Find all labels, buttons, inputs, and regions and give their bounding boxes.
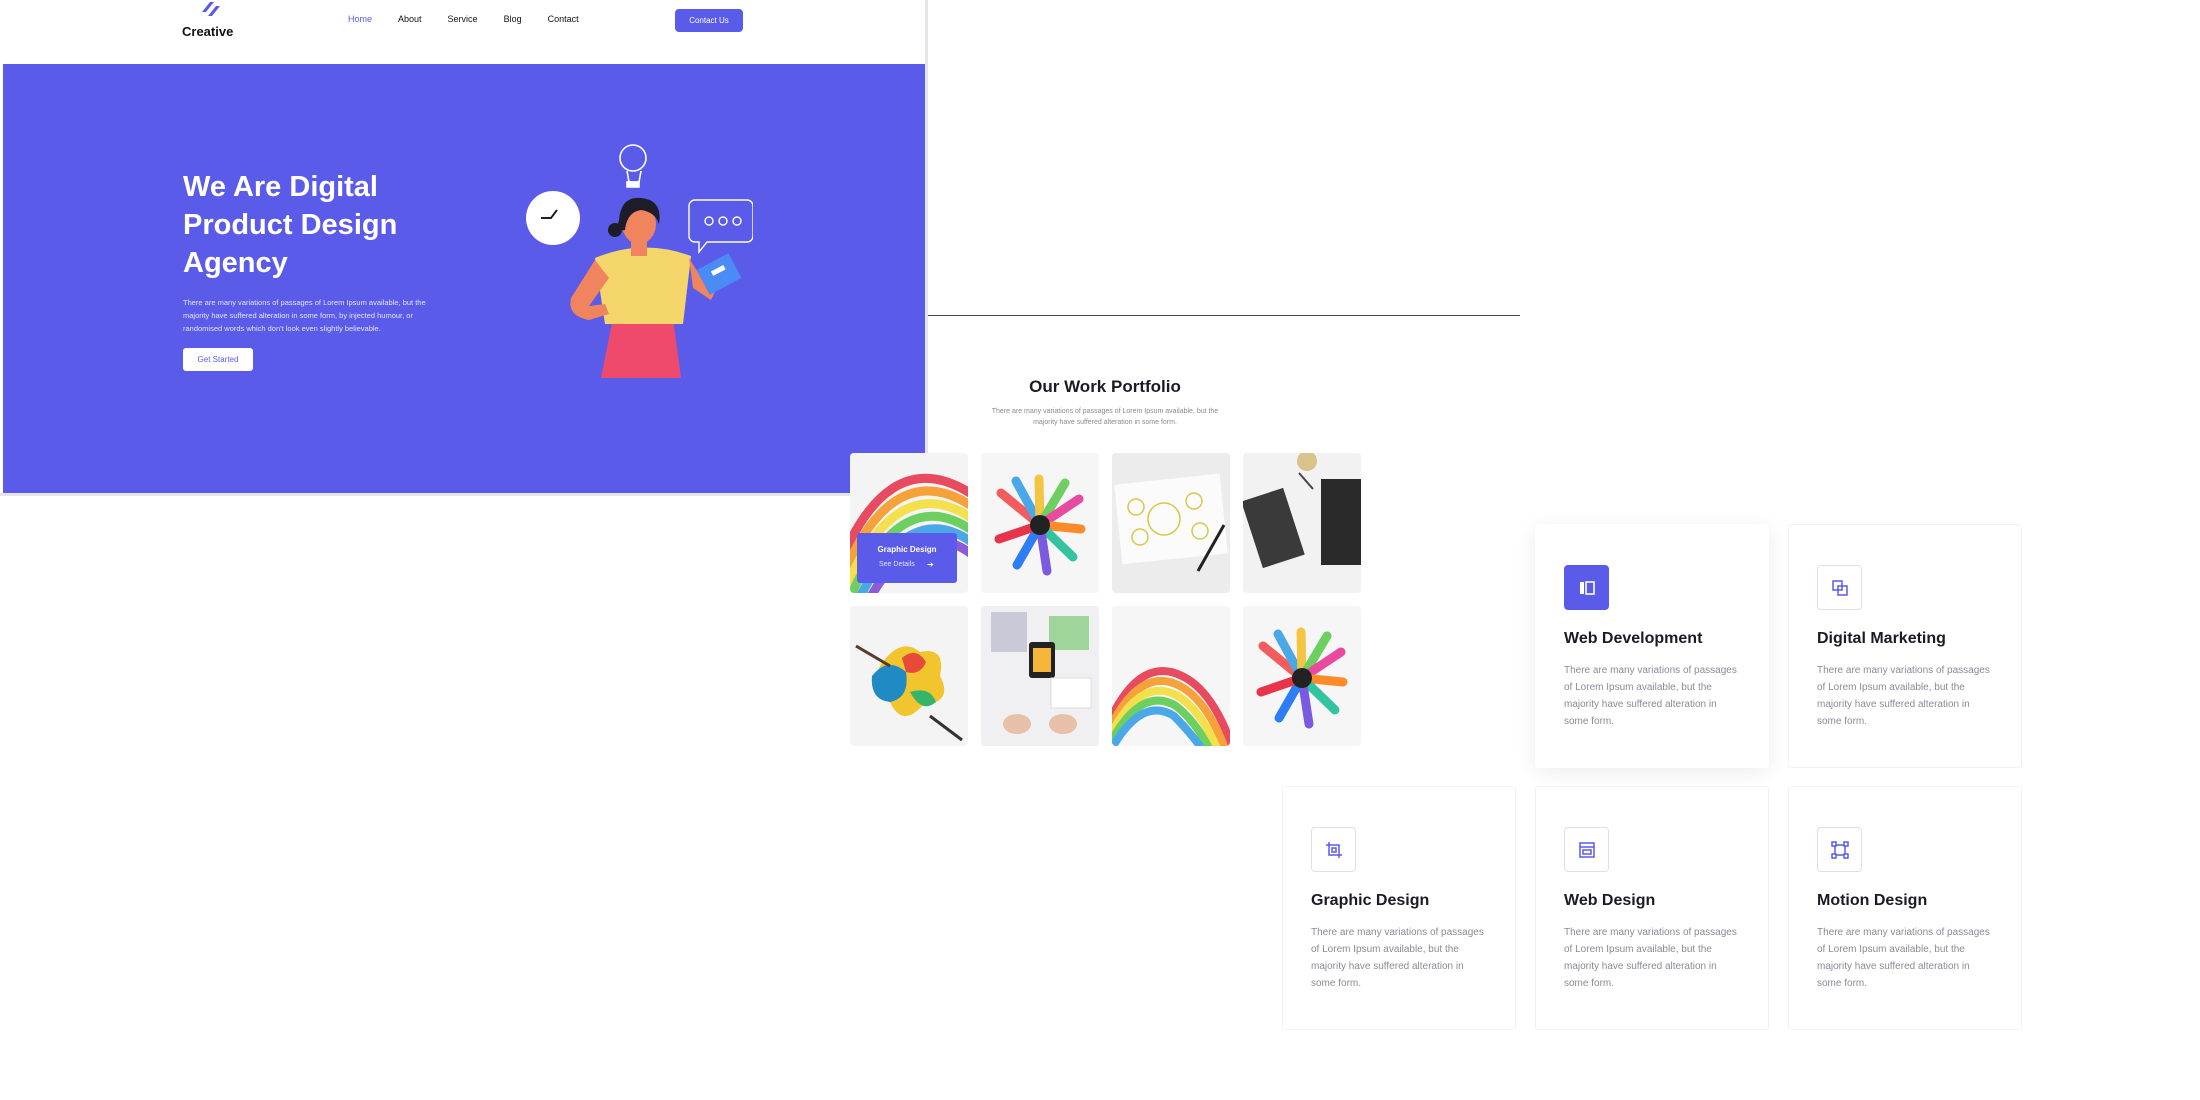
hero-illustration [526, 144, 753, 378]
portfolio-item-markers[interactable] [981, 453, 1099, 593]
nav-link-contact[interactable]: Contact [548, 14, 579, 24]
service-description: There are many variations of passages of… [1311, 927, 1484, 989]
service-card-web-development[interactable]: Web Development There are many variation… [1535, 524, 1769, 768]
landing-page-preview: Creative Home About Service Blog Contact… [0, 0, 928, 496]
service-card-digital-marketing[interactable]: Digital Marketing There are many variati… [1788, 524, 2022, 768]
browser-layout-icon [1564, 827, 1609, 872]
service-title: Motion Design [1817, 892, 1928, 909]
service-title: Web Design [1564, 892, 1656, 909]
vector-square-icon [1817, 827, 1862, 872]
service-card-motion-design[interactable]: Motion Design There are many variations … [1788, 786, 2022, 1030]
service-description: There are many variations of passages of… [1817, 665, 1990, 727]
hero-section: We Are Digital Product Design Agency The… [3, 64, 925, 493]
service-description: There are many variations of passages of… [1564, 927, 1737, 989]
portfolio-item-mindmap[interactable] [1112, 453, 1230, 593]
service-card-web-design[interactable]: Web Design There are many variations of … [1535, 786, 1769, 1030]
section-divider [928, 315, 1520, 316]
lightbulb-icon [619, 144, 647, 188]
see-details-link[interactable]: See Details [879, 561, 915, 568]
nav-link-blog[interactable]: Blog [504, 14, 522, 24]
chat-bubble-icon [688, 199, 753, 254]
clock-icon [526, 191, 580, 245]
portfolio-title: Our Work Portfolio [1029, 377, 1181, 396]
nav-link-service[interactable]: Service [448, 14, 478, 24]
logo-icon [202, 2, 220, 16]
portfolio-item-markers-2[interactable] [1243, 606, 1361, 746]
brand-logo[interactable]: Creative [182, 0, 242, 44]
service-description: There are many variations of passages of… [1564, 665, 1737, 727]
arrow-right-icon: ➔ [927, 560, 934, 569]
portfolio-subtitle: There are many variations of passages of… [991, 408, 1219, 426]
overlay-title: Graphic Design [877, 545, 937, 554]
nav-links: Home About Service Blog Contact [348, 14, 605, 24]
service-title: Digital Marketing [1817, 630, 1946, 647]
portfolio-item-rainbow[interactable] [1112, 606, 1230, 746]
portfolio-item-paint[interactable] [850, 606, 968, 746]
portfolio-item-desk[interactable] [1243, 453, 1361, 593]
service-card-graphic-design[interactable]: Graphic Design There are many variations… [1282, 786, 1516, 1030]
portfolio-item-workspace[interactable] [981, 606, 1099, 746]
code-layout-icon [1564, 565, 1609, 610]
crop-icon [1311, 827, 1356, 872]
brand-name: Creative [182, 24, 234, 39]
get-started-button[interactable]: Get Started [183, 348, 253, 371]
service-description: There are many variations of passages of… [1817, 927, 1990, 989]
nav-link-about[interactable]: About [398, 14, 422, 24]
person-figure [570, 197, 727, 378]
top-navbar: Creative Home About Service Blog Contact… [0, 0, 925, 64]
portfolio-hover-overlay[interactable]: Graphic Design See Details ➔ [857, 533, 957, 583]
contact-us-button[interactable]: Contact Us [675, 9, 743, 32]
hero-title: We Are Digital Product Design Agency [183, 171, 398, 279]
service-title: Graphic Design [1311, 892, 1430, 909]
service-title: Web Development [1564, 630, 1703, 647]
layers-icon [1817, 565, 1862, 610]
hero-description: There are many variations of passages of… [183, 298, 426, 333]
nav-link-home[interactable]: Home [348, 14, 372, 24]
